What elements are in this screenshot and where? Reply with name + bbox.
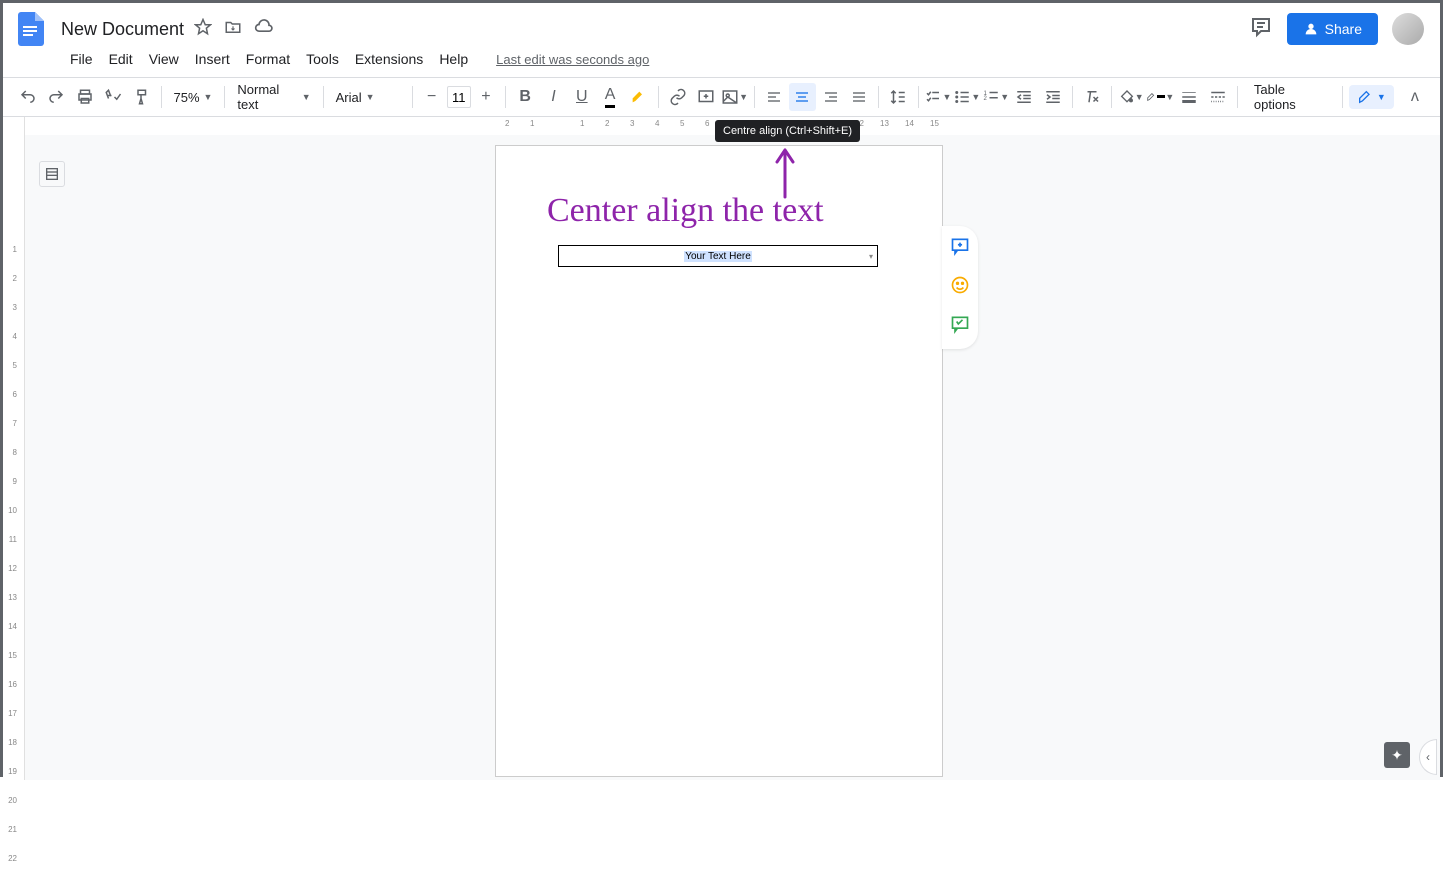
menu-help[interactable]: Help	[432, 47, 475, 71]
side-toolbar	[942, 226, 978, 349]
decrease-indent-button[interactable]	[1011, 83, 1037, 111]
chevron-down-icon: ▼	[302, 92, 311, 102]
add-comment-button[interactable]	[693, 83, 719, 111]
table-options-button[interactable]: Table options	[1244, 84, 1336, 110]
align-left-button[interactable]	[761, 83, 787, 111]
line-spacing-button[interactable]	[885, 83, 911, 111]
user-avatar[interactable]	[1392, 13, 1424, 45]
paint-format-button[interactable]	[128, 83, 154, 111]
align-center-button[interactable]	[789, 83, 815, 111]
menu-edit[interactable]: Edit	[102, 47, 140, 71]
border-style-button[interactable]	[1205, 83, 1231, 111]
chevron-down-icon: ▼	[1165, 92, 1174, 102]
decrease-font-button[interactable]: −	[418, 83, 444, 111]
insert-image-button[interactable]: ▼	[721, 83, 748, 111]
increase-indent-button[interactable]	[1040, 83, 1066, 111]
cloud-status-icon[interactable]	[254, 19, 274, 40]
text-color-button[interactable]: A	[597, 83, 623, 111]
align-right-button[interactable]	[818, 83, 844, 111]
chevron-down-icon: ▼	[942, 92, 951, 102]
chevron-down-icon: ▼	[1000, 92, 1009, 102]
collapse-toolbar-button[interactable]: ʌ	[1402, 83, 1428, 111]
insert-link-button[interactable]	[665, 83, 691, 111]
border-color-button[interactable]: ▼	[1146, 83, 1174, 111]
menu-file[interactable]: File	[63, 47, 100, 71]
table-cell[interactable]: Your Text Here ▾	[558, 245, 878, 267]
menu-tools[interactable]: Tools	[299, 47, 346, 71]
paragraph-style-select[interactable]: Normal text▼	[231, 84, 316, 110]
vertical-ruler: 12345678910111213141516171819202122	[3, 117, 25, 780]
italic-button[interactable]: I	[540, 83, 566, 111]
menu-extensions[interactable]: Extensions	[348, 47, 430, 71]
zoom-select[interactable]: 75%▼	[168, 84, 219, 110]
fill-color-button[interactable]: ▼	[1118, 83, 1144, 111]
chevron-down-icon: ▼	[204, 92, 213, 102]
undo-button[interactable]	[15, 83, 41, 111]
menu-format[interactable]: Format	[239, 47, 297, 71]
chevron-down-icon: ▼	[1135, 92, 1144, 102]
font-select[interactable]: Arial▼	[330, 84, 406, 110]
chevron-down-icon: ▼	[1377, 92, 1386, 102]
emoji-reaction-icon[interactable]	[950, 275, 970, 300]
print-button[interactable]	[72, 83, 98, 111]
chevron-down-icon: ▼	[739, 92, 748, 102]
spellcheck-button[interactable]	[100, 83, 126, 111]
increase-font-button[interactable]: +	[473, 83, 499, 111]
chevron-down-icon: ▼	[971, 92, 980, 102]
underline-button[interactable]: U	[569, 83, 595, 111]
highlight-button[interactable]	[625, 83, 651, 111]
outline-toggle-button[interactable]	[39, 161, 65, 187]
numbered-list-button[interactable]: 12▼	[982, 83, 1009, 111]
move-icon[interactable]	[224, 18, 242, 41]
selected-text: Your Text Here	[684, 251, 752, 262]
menu-view[interactable]: View	[142, 47, 186, 71]
menu-insert[interactable]: Insert	[188, 47, 237, 71]
expand-side-panel-button[interactable]: ‹	[1419, 739, 1437, 775]
star-icon[interactable]	[194, 18, 212, 41]
bullet-list-button[interactable]: ▼	[953, 83, 980, 111]
explore-button[interactable]: ✦	[1384, 742, 1410, 768]
cell-dropdown-icon[interactable]: ▾	[869, 252, 873, 261]
svg-text:2: 2	[984, 96, 988, 102]
redo-button[interactable]	[43, 83, 69, 111]
checklist-button[interactable]: ▼	[924, 83, 951, 111]
document-page[interactable]: Your Text Here ▾	[495, 145, 943, 777]
comment-history-icon[interactable]	[1249, 15, 1273, 44]
annotation-text: Center align the text	[547, 192, 824, 230]
add-comment-icon[interactable]	[950, 236, 970, 261]
border-width-button[interactable]	[1176, 83, 1202, 111]
share-label: Share	[1325, 21, 1362, 37]
document-title[interactable]: New Document	[61, 19, 184, 40]
editing-mode-button[interactable]: ▼	[1349, 85, 1394, 109]
align-justify-button[interactable]	[846, 83, 872, 111]
tooltip-center-align: Centre align (Ctrl+Shift+E)	[715, 120, 860, 142]
clear-formatting-button[interactable]	[1079, 83, 1105, 111]
bold-button[interactable]: B	[512, 83, 538, 111]
font-size-input[interactable]	[447, 86, 471, 108]
docs-logo[interactable]	[11, 9, 51, 49]
chevron-down-icon: ▼	[366, 92, 375, 102]
suggest-edits-icon[interactable]	[950, 314, 970, 339]
share-button[interactable]: Share	[1287, 13, 1378, 45]
last-edit-link[interactable]: Last edit was seconds ago	[489, 48, 656, 71]
